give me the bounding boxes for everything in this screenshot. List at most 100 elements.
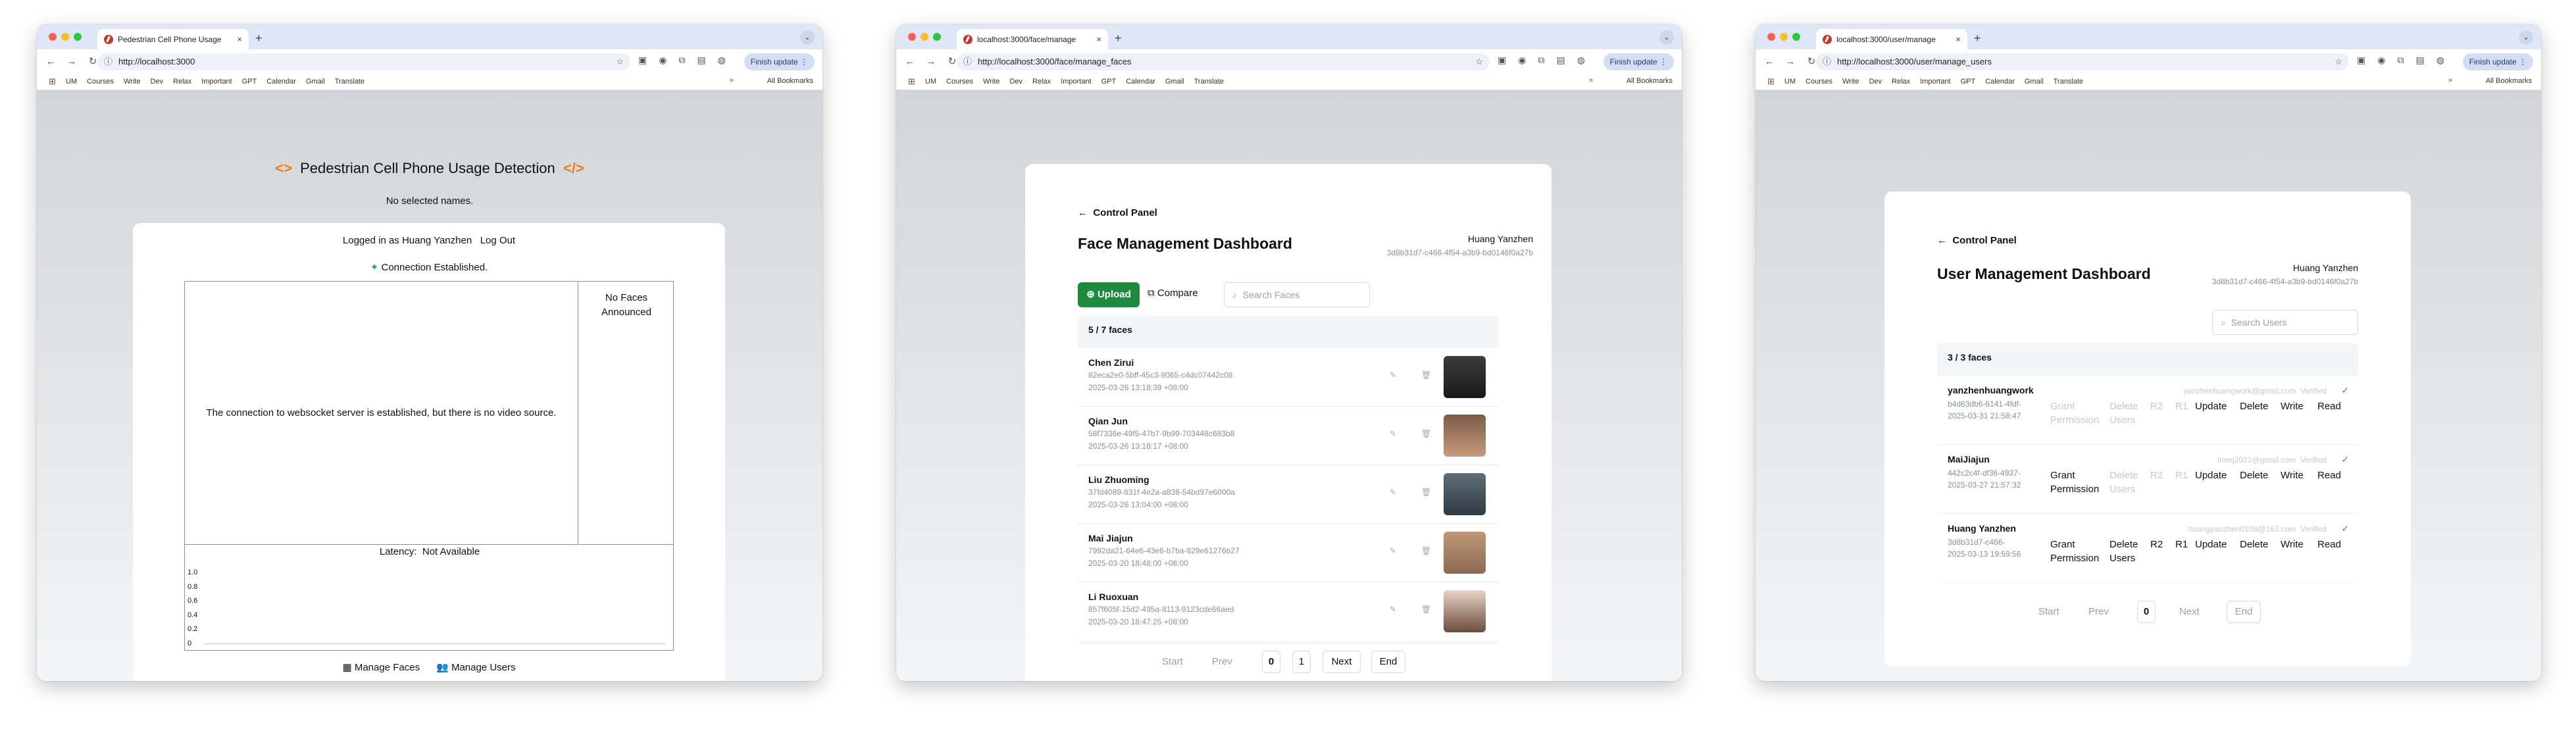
- site-info-icon[interactable]: ⓘ: [1823, 53, 1831, 70]
- back-icon[interactable]: ←: [45, 56, 57, 67]
- close-tab-icon[interactable]: ×: [1956, 34, 1961, 44]
- extensions-icon[interactable]: ⧉: [1538, 55, 1544, 66]
- edit-icon[interactable]: ✎: [1390, 370, 1396, 380]
- r1-toggle[interactable]: R1: [2175, 399, 2188, 413]
- trash-icon[interactable]: 🗑: [1421, 546, 1431, 555]
- sidebar-icon[interactable]: ▤: [697, 55, 705, 66]
- bookmark-important[interactable]: Important: [201, 78, 232, 86]
- bookmark-star-icon[interactable]: ☆: [1475, 53, 1483, 70]
- bookmark-write[interactable]: Write: [1842, 78, 1859, 86]
- list-item[interactable]: Qian Jun 58f7336e-49f5-47b7-9b99-703448c6…: [1078, 407, 1499, 465]
- face-thumbnail[interactable]: [1444, 532, 1486, 574]
- bookmark-um[interactable]: UM: [1784, 78, 1796, 86]
- pager-page-1[interactable]: 1: [1292, 651, 1311, 673]
- delete-toggle[interactable]: Delete: [2240, 468, 2268, 482]
- profile-icon[interactable]: ◍: [1577, 55, 1585, 66]
- trash-icon[interactable]: 🗑: [1421, 605, 1431, 614]
- bookmark-gmail[interactable]: Gmail: [306, 78, 325, 86]
- bookmark-write[interactable]: Write: [983, 78, 999, 86]
- forward-icon[interactable]: →: [1784, 56, 1796, 67]
- address-bar[interactable]: ⓘ http://localhost:3000/user/manage_users…: [1816, 53, 2349, 70]
- bookmark-star-icon[interactable]: ☆: [616, 53, 624, 70]
- apps-grid-icon[interactable]: ⊞: [49, 76, 56, 87]
- pager-start[interactable]: Start: [2038, 606, 2059, 617]
- manage-users-button[interactable]: 👥 Manage Users: [436, 662, 515, 673]
- grant-permission-toggle[interactable]: Grant Permission: [2050, 538, 2099, 565]
- r1-toggle[interactable]: R1: [2175, 538, 2188, 551]
- finish-update-button[interactable]: Finish update ⋮: [2462, 53, 2533, 70]
- camera-icon[interactable]: ◉: [659, 55, 667, 66]
- more-bookmarks-icon[interactable]: »: [1589, 76, 1593, 84]
- pager-start[interactable]: Start: [1162, 656, 1183, 667]
- bookmark-gpt[interactable]: GPT: [1101, 78, 1117, 86]
- camera-icon[interactable]: ◉: [1518, 55, 1526, 66]
- extensions-icon[interactable]: ⧉: [678, 55, 685, 66]
- update-toggle[interactable]: Update: [2195, 538, 2227, 551]
- list-item[interactable]: Mai Jiajun 7992da21-64e6-43e6-b7ba-829e61…: [1078, 524, 1499, 582]
- more-bookmarks-icon[interactable]: »: [730, 76, 734, 84]
- trash-icon[interactable]: 🗑: [1421, 488, 1431, 497]
- new-tab-button[interactable]: +: [1974, 32, 1981, 45]
- bookmark-translate[interactable]: Translate: [1194, 78, 1224, 86]
- minimize-window-button[interactable]: [1780, 33, 1788, 41]
- edit-icon[interactable]: ✎: [1390, 488, 1396, 497]
- bookmark-translate[interactable]: Translate: [2054, 78, 2083, 86]
- site-info-icon[interactable]: ⓘ: [104, 53, 113, 70]
- bookmark-um[interactable]: UM: [925, 78, 936, 86]
- bookmark-courses[interactable]: Courses: [946, 78, 973, 86]
- minimize-window-button[interactable]: [61, 33, 69, 41]
- delete-toggle[interactable]: Delete: [2240, 538, 2268, 551]
- screen-share-icon[interactable]: ▣: [1498, 55, 1506, 66]
- forward-icon[interactable]: →: [925, 56, 937, 67]
- pager-prev[interactable]: Prev: [1212, 656, 1232, 667]
- trash-icon[interactable]: 🗑: [1421, 429, 1431, 438]
- minimize-window-button[interactable]: [921, 33, 928, 41]
- back-to-control-panel[interactable]: ← Control Panel: [1078, 207, 1157, 218]
- manage-faces-button[interactable]: ▦ Manage Faces: [342, 662, 420, 673]
- bookmark-gmail[interactable]: Gmail: [1165, 78, 1184, 86]
- write-toggle[interactable]: Write: [2281, 538, 2304, 551]
- bookmark-gpt[interactable]: GPT: [242, 78, 257, 86]
- browser-tab[interactable]: localhost:3000/user/manage ×: [1816, 29, 1967, 49]
- pager-next[interactable]: Next: [2179, 606, 2200, 617]
- face-thumbnail[interactable]: [1444, 590, 1486, 632]
- back-icon[interactable]: ←: [904, 56, 916, 67]
- r2-toggle[interactable]: R2: [2150, 399, 2163, 413]
- close-tab-icon[interactable]: ×: [237, 34, 242, 44]
- new-tab-button[interactable]: +: [1115, 32, 1122, 45]
- pager-prev[interactable]: Prev: [2088, 606, 2109, 617]
- pager-end[interactable]: End: [2227, 601, 2261, 623]
- all-bookmarks[interactable]: All Bookmarks: [1627, 77, 1673, 85]
- profile-icon[interactable]: ◍: [2437, 55, 2444, 66]
- bookmark-relax[interactable]: Relax: [1032, 78, 1051, 86]
- bookmark-star-icon[interactable]: ☆: [2335, 53, 2342, 70]
- address-bar[interactable]: ⓘ http://localhost:3000 ☆: [97, 53, 630, 70]
- forward-icon[interactable]: →: [66, 56, 78, 67]
- bookmark-translate[interactable]: Translate: [335, 78, 365, 86]
- edit-icon[interactable]: ✎: [1390, 605, 1396, 614]
- new-tab-button[interactable]: +: [255, 32, 263, 45]
- bookmark-dev[interactable]: Dev: [1009, 78, 1023, 86]
- r2-toggle[interactable]: R2: [2150, 468, 2163, 482]
- list-item[interactable]: Li Ruoxuan 857f605f-15d2-495a-8113-9123cd…: [1078, 582, 1499, 641]
- all-bookmarks[interactable]: All Bookmarks: [767, 77, 813, 85]
- tab-search-icon[interactable]: ⌄: [2519, 30, 2533, 45]
- bookmark-dev[interactable]: Dev: [1869, 78, 1882, 86]
- edit-icon[interactable]: ✎: [1390, 546, 1396, 555]
- close-window-button[interactable]: [49, 33, 57, 41]
- zoom-window-button[interactable]: [1792, 33, 1800, 41]
- bookmark-gmail[interactable]: Gmail: [2025, 78, 2044, 86]
- bookmark-um[interactable]: UM: [66, 78, 77, 86]
- bookmark-courses[interactable]: Courses: [87, 78, 114, 86]
- tab-search-icon[interactable]: ⌄: [1659, 30, 1674, 45]
- bookmark-courses[interactable]: Courses: [1806, 78, 1832, 86]
- back-icon[interactable]: ←: [1763, 56, 1775, 67]
- browser-tab[interactable]: localhost:3000/face/manage ×: [957, 29, 1108, 49]
- pager-page-0[interactable]: 0: [2137, 601, 2156, 623]
- address-bar[interactable]: ⓘ http://localhost:3000/face/manage_faces…: [957, 53, 1490, 70]
- search-users-input[interactable]: ⌕ Search Users: [2212, 310, 2358, 335]
- bookmark-important[interactable]: Important: [1920, 78, 1950, 86]
- list-item[interactable]: Liu Zhuoming 37fd4089-831f-4e2a-a838-54bd…: [1078, 465, 1499, 524]
- face-thumbnail[interactable]: [1444, 415, 1486, 457]
- read-toggle[interactable]: Read: [2317, 399, 2341, 413]
